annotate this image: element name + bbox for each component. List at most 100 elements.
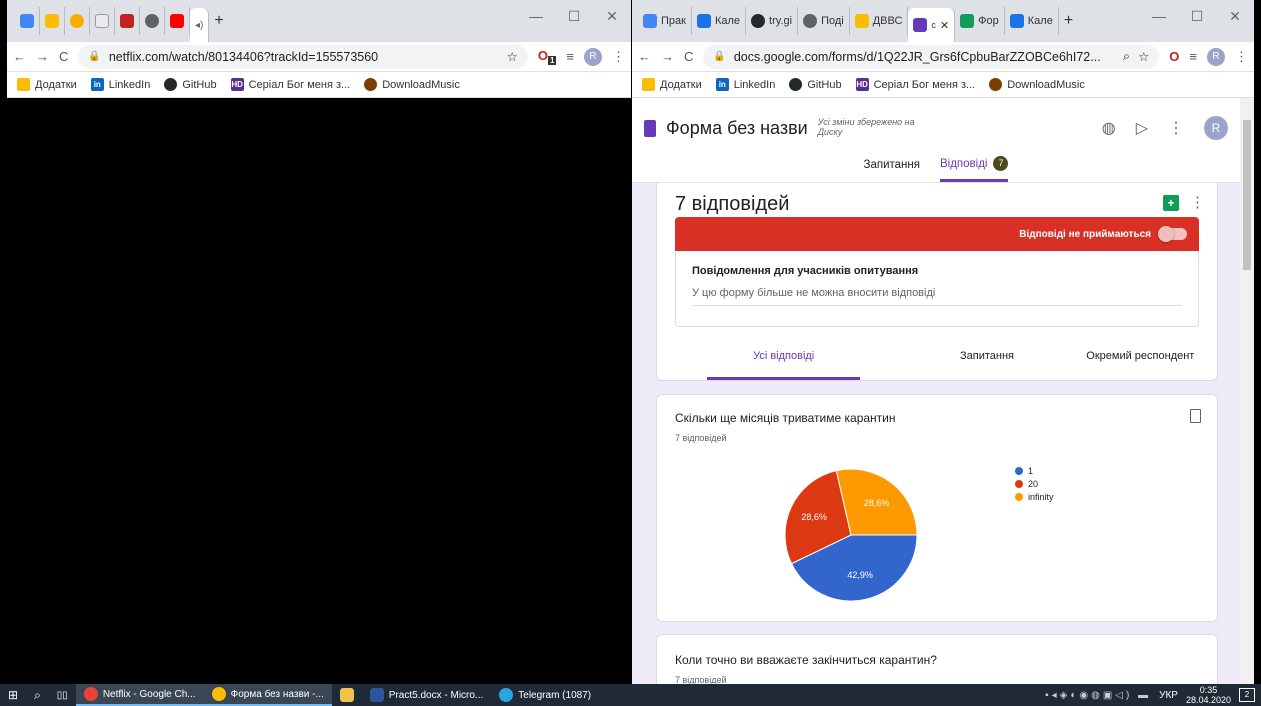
tray-icons[interactable]: ▪◂◈◐◉◍▣◁) ▬: [1045, 690, 1151, 701]
subtab-questions[interactable]: Запитання: [910, 340, 1063, 380]
tab-github[interactable]: try.gi: [746, 7, 799, 35]
tab-questions[interactable]: Запитання: [864, 156, 920, 182]
bookmark-downloadmusic[interactable]: DownloadMusic: [989, 78, 1085, 91]
new-tab-button[interactable]: +: [209, 7, 228, 35]
palette-icon[interactable]: ◍: [1102, 118, 1116, 138]
profile-avatar[interactable]: R: [1207, 47, 1225, 66]
tab-4[interactable]: [90, 7, 115, 35]
scrollbar-thumb[interactable]: [1243, 120, 1251, 270]
notifications-icon[interactable]: 2: [1239, 688, 1255, 702]
account-avatar[interactable]: R: [1204, 116, 1228, 140]
bookmark-github[interactable]: GitHub: [164, 78, 217, 91]
bookmark-linkedin[interactable]: in LinkedIn: [715, 78, 775, 91]
maximize-icon[interactable]: ☐: [1178, 0, 1216, 32]
address-bar[interactable]: 🔒 netflix.com/watch/80134406?trackId=155…: [78, 44, 528, 69]
tab-forms-active[interactable]: c ✕: [908, 8, 956, 42]
tab-prak[interactable]: Прак: [638, 7, 692, 35]
responses-summary-card: 7 відповідей + ⋮ Відповіді не приймаютьс…: [656, 183, 1218, 381]
taskbar-telegram[interactable]: Telegram (1087): [491, 684, 599, 706]
address-bar[interactable]: 🔒 docs.google.com/forms/d/1Q22JR_Grs6fCp…: [703, 44, 1160, 69]
taskbar-forms[interactable]: Форма без назви -...: [203, 684, 332, 706]
profile-avatar[interactable]: R: [584, 47, 602, 66]
browser-toolbar: ← → C 🔒 netflix.com/watch/80134406?track…: [7, 42, 631, 72]
sheets-link-icon[interactable]: +: [1163, 195, 1179, 211]
reading-list-icon[interactable]: ≡: [1189, 49, 1197, 64]
tab-6[interactable]: [140, 7, 165, 35]
send-icon[interactable]: ▷: [1136, 118, 1148, 138]
close-icon[interactable]: ✕: [593, 0, 631, 32]
accepting-toggle[interactable]: [1158, 226, 1187, 242]
tab-5[interactable]: [115, 7, 140, 35]
linkedin-icon: in: [90, 78, 104, 91]
maximize-icon[interactable]: ☐: [555, 0, 593, 32]
calendar-icon: [696, 14, 711, 28]
language-indicator[interactable]: УКР: [1159, 690, 1178, 701]
more-icon[interactable]: ⋮: [1168, 118, 1184, 138]
forward-icon[interactable]: →: [661, 49, 674, 64]
new-tab-button[interactable]: +: [1059, 7, 1078, 35]
bookmark-apps[interactable]: Додатки: [642, 78, 702, 91]
taskbar-netflix[interactable]: Netflix - Google Ch...: [75, 684, 204, 706]
tab-responses[interactable]: Відповіді 7: [939, 156, 1009, 182]
bookmark-downloadmusic[interactable]: DownloadMusic: [364, 78, 460, 91]
subtab-individual[interactable]: Окремий респондент: [1064, 340, 1217, 380]
tab-3[interactable]: [65, 7, 90, 35]
more-options-icon[interactable]: ⋮: [1190, 193, 1205, 211]
minimize-icon[interactable]: —: [1140, 0, 1178, 32]
tab-2[interactable]: [40, 7, 65, 35]
page-scrollbar[interactable]: [1240, 98, 1254, 684]
tab-dvvs[interactable]: ДВВС: [850, 7, 909, 35]
start-button[interactable]: ⊞: [0, 684, 26, 706]
legend-swatch: [1015, 467, 1023, 475]
bookmarks-bar: Додатки in LinkedIn GitHub HD Серіал Бог м…: [7, 72, 631, 98]
close-icon[interactable]: ✕: [1216, 0, 1254, 32]
tab-podii[interactable]: Поді: [798, 7, 850, 35]
task-view-icon[interactable]: ▯▯: [49, 684, 76, 706]
tab-strip: Прак Кале try.gi Поді ДВВС c ✕ Фор Кале +…: [632, 0, 1254, 42]
pie-slice-label: 42,9%: [847, 570, 873, 580]
bookmark-apps[interactable]: Додатки: [17, 78, 77, 91]
reading-list-icon[interactable]: ≡: [566, 49, 574, 64]
taskbar-explorer[interactable]: [332, 684, 362, 706]
tab-calendar-1[interactable]: Кале: [692, 7, 747, 35]
taskbar-word[interactable]: Pract5.docx - Micro...: [362, 684, 491, 706]
message-input[interactable]: У цю форму більше не можна вносити відпо…: [692, 287, 1182, 306]
reload-icon[interactable]: C: [59, 49, 68, 64]
zoom-icon[interactable]: ⌕: [1123, 49, 1130, 64]
legend-label: 1: [1028, 466, 1033, 476]
bookmark-serial[interactable]: HD Серіал Бог меня з...: [855, 78, 975, 91]
opera-icon[interactable]: O: [1169, 49, 1179, 64]
question-title: Коли точно ви вважаєте закінчиться каран…: [675, 653, 937, 667]
bookmark-linkedin[interactable]: in LinkedIn: [90, 78, 150, 91]
drive-icon: [45, 14, 59, 28]
reload-icon[interactable]: C: [684, 49, 693, 64]
forms-logo-icon[interactable]: [644, 119, 656, 137]
form-title[interactable]: Форма без назви: [666, 118, 808, 139]
hd-icon: HD: [855, 78, 869, 91]
linkedin-icon: in: [715, 78, 729, 91]
accepting-label: Відповіді не приймаються: [1019, 228, 1151, 240]
bookmark-serial[interactable]: HD Серіал Бог меня з...: [230, 78, 350, 91]
pie-slice-label: 28,6%: [801, 512, 827, 522]
tab-favicon: [120, 14, 134, 28]
bookmark-github[interactable]: GitHub: [789, 78, 842, 91]
extension-icon[interactable]: O1: [538, 48, 557, 66]
tab-calendar-2[interactable]: Кале: [1005, 7, 1059, 35]
star-icon[interactable]: ☆: [1138, 49, 1149, 64]
clock[interactable]: 0:35 28.04.2020: [1186, 685, 1231, 705]
minimize-icon[interactable]: —: [517, 0, 555, 32]
menu-icon[interactable]: ⋮: [1235, 49, 1248, 65]
tab-close-icon[interactable]: ✕: [940, 19, 949, 32]
back-icon[interactable]: ←: [13, 49, 26, 64]
back-icon[interactable]: ←: [638, 49, 651, 64]
menu-icon[interactable]: ⋮: [612, 49, 625, 65]
search-icon[interactable]: ⌕: [26, 684, 49, 706]
tab-1[interactable]: [15, 7, 40, 35]
netflix-video-player[interactable]: [7, 98, 631, 684]
tab-netflix[interactable]: ◂): [190, 8, 210, 42]
tab-7[interactable]: [165, 7, 190, 35]
tab-forms-2[interactable]: Фор: [955, 7, 1005, 35]
star-icon[interactable]: ☆: [507, 49, 518, 64]
forward-icon[interactable]: →: [36, 49, 49, 64]
subtab-all-responses[interactable]: Усі відповіді: [707, 340, 861, 380]
